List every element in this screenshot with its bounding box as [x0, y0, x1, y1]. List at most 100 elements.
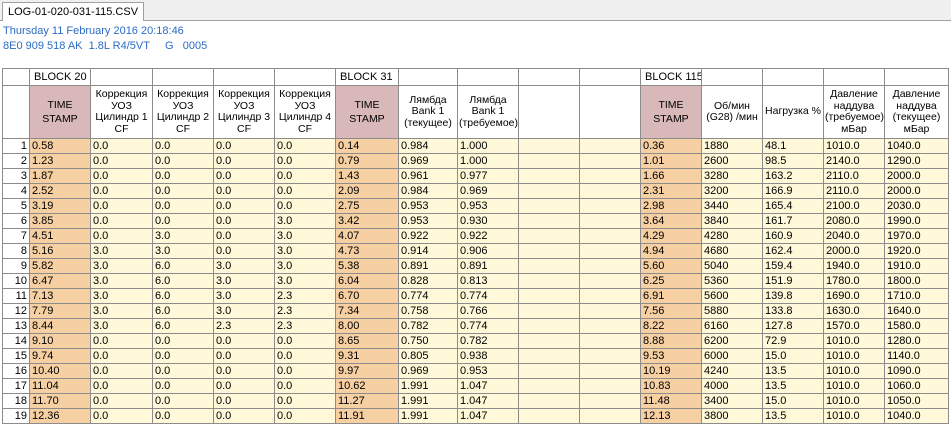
value-cell[interactable]: 1010.0	[823, 408, 885, 424]
time-stamp-cell[interactable]: 7.79	[29, 303, 91, 319]
value-cell[interactable]: 0.0	[152, 198, 214, 214]
value-cell[interactable]: 5040	[701, 258, 763, 274]
value-cell[interactable]: 2.3	[274, 288, 336, 304]
empty-cell[interactable]	[579, 198, 641, 214]
value-cell[interactable]: 0.0	[274, 363, 336, 379]
value-cell[interactable]: 0.0	[90, 393, 153, 409]
value-cell[interactable]: 1920.0	[884, 243, 949, 259]
value-cell[interactable]: 0.0	[274, 153, 336, 169]
value-cell[interactable]: 160.9	[762, 228, 824, 244]
empty-cell[interactable]	[579, 288, 641, 304]
time-stamp-cell[interactable]: 1.87	[29, 168, 91, 184]
value-cell[interactable]: 2000.0	[823, 243, 885, 259]
time-stamp-cell[interactable]: 11.48	[640, 393, 702, 409]
value-cell[interactable]: 3.0	[213, 273, 275, 289]
time-stamp-cell[interactable]: 10.62	[335, 378, 399, 394]
value-cell[interactable]: 127.8	[762, 318, 824, 334]
value-cell[interactable]: 0.782	[398, 318, 458, 334]
log-grid[interactable]: BLOCK 20 BLOCK 31 BLOCK 115 TIME STAMP Корре…	[2, 68, 951, 435]
value-cell[interactable]: 0.766	[457, 303, 519, 319]
time-stamp-cell[interactable]: 9.97	[335, 363, 399, 379]
time-stamp-cell[interactable]: 4.94	[640, 243, 702, 259]
value-cell[interactable]: 0.0	[152, 153, 214, 169]
value-cell[interactable]: 3.0	[90, 303, 153, 319]
value-cell[interactable]: 2110.0	[823, 168, 885, 184]
value-cell[interactable]: 0.0	[90, 348, 153, 364]
column-header[interactable]: TIME STAMP	[335, 85, 399, 139]
value-cell[interactable]: 0.0	[152, 183, 214, 199]
value-cell[interactable]: 166.9	[762, 183, 824, 199]
empty-cell[interactable]	[518, 138, 580, 154]
empty-cell[interactable]	[518, 393, 580, 409]
value-cell[interactable]: 151.9	[762, 273, 824, 289]
empty-cell[interactable]	[518, 183, 580, 199]
value-cell[interactable]: 1880	[701, 138, 763, 154]
empty-cell[interactable]	[579, 258, 641, 274]
value-cell[interactable]: 0.930	[457, 213, 519, 229]
empty-cell[interactable]	[579, 228, 641, 244]
value-cell[interactable]: 1990.0	[884, 213, 949, 229]
value-cell[interactable]: 0.922	[457, 228, 519, 244]
value-cell[interactable]: 0.0	[90, 183, 153, 199]
value-cell[interactable]: 0.938	[457, 348, 519, 364]
value-cell[interactable]: 0.0	[274, 393, 336, 409]
value-cell[interactable]: 6.0	[152, 318, 214, 334]
value-cell[interactable]: 0.961	[398, 168, 458, 184]
value-cell[interactable]: 2100.0	[823, 198, 885, 214]
empty-cell[interactable]	[579, 303, 641, 319]
empty-cell[interactable]	[518, 408, 580, 424]
value-cell[interactable]: 6160	[701, 318, 763, 334]
value-cell[interactable]: 139.8	[762, 288, 824, 304]
empty-cell[interactable]	[518, 348, 580, 364]
value-cell[interactable]: 1010.0	[823, 138, 885, 154]
column-header[interactable]: Коррекция УОЗ Цилиндр 2 CF	[152, 85, 214, 139]
value-cell[interactable]: 3.0	[274, 213, 336, 229]
value-cell[interactable]: 0.953	[398, 198, 458, 214]
value-cell[interactable]: 3.0	[152, 243, 214, 259]
value-cell[interactable]: 0.0	[213, 213, 275, 229]
value-cell[interactable]: 0.0	[274, 348, 336, 364]
time-stamp-cell[interactable]: 1.01	[640, 153, 702, 169]
value-cell[interactable]: 4240	[701, 363, 763, 379]
value-cell[interactable]: 0.0	[213, 153, 275, 169]
value-cell[interactable]: 0.0	[90, 198, 153, 214]
value-cell[interactable]: 3800	[701, 408, 763, 424]
value-cell[interactable]: 4680	[701, 243, 763, 259]
value-cell[interactable]: 3200	[701, 183, 763, 199]
value-cell[interactable]: 0.0	[152, 378, 214, 394]
value-cell[interactable]: 0.0	[152, 138, 214, 154]
time-stamp-cell[interactable]: 7.13	[29, 288, 91, 304]
value-cell[interactable]: 159.4	[762, 258, 824, 274]
value-cell[interactable]: 0.774	[457, 318, 519, 334]
value-cell[interactable]: 3.0	[213, 258, 275, 274]
value-cell[interactable]: 0.969	[457, 183, 519, 199]
value-cell[interactable]: 0.0	[213, 363, 275, 379]
value-cell[interactable]: 2600	[701, 153, 763, 169]
value-cell[interactable]: 3.0	[90, 318, 153, 334]
value-cell[interactable]: 0.0	[152, 393, 214, 409]
value-cell[interactable]: 0.0	[152, 363, 214, 379]
value-cell[interactable]: 0.0	[213, 333, 275, 349]
value-cell[interactable]: 0.0	[274, 198, 336, 214]
value-cell[interactable]: 0.0	[152, 348, 214, 364]
value-cell[interactable]: 1290.0	[884, 153, 949, 169]
value-cell[interactable]: 1.000	[457, 138, 519, 154]
empty-cell[interactable]	[579, 168, 641, 184]
time-stamp-cell[interactable]: 11.91	[335, 408, 399, 424]
value-cell[interactable]: 0.0	[90, 378, 153, 394]
value-cell[interactable]: 0.969	[398, 363, 458, 379]
value-cell[interactable]: 1.047	[457, 378, 519, 394]
empty-cell[interactable]	[518, 198, 580, 214]
time-stamp-cell[interactable]: 8.88	[640, 333, 702, 349]
value-cell[interactable]: 1570.0	[823, 318, 885, 334]
column-header[interactable]: Коррекция УОЗ Цилиндр 3 CF	[213, 85, 275, 139]
time-stamp-cell[interactable]: 7.34	[335, 303, 399, 319]
column-header[interactable]	[518, 85, 580, 139]
value-cell[interactable]: 0.0	[152, 213, 214, 229]
value-cell[interactable]: 0.953	[457, 198, 519, 214]
value-cell[interactable]: 2030.0	[884, 198, 949, 214]
time-stamp-cell[interactable]: 0.79	[335, 153, 399, 169]
time-stamp-cell[interactable]: 3.64	[640, 213, 702, 229]
value-cell[interactable]: 0.750	[398, 333, 458, 349]
time-stamp-cell[interactable]: 4.07	[335, 228, 399, 244]
